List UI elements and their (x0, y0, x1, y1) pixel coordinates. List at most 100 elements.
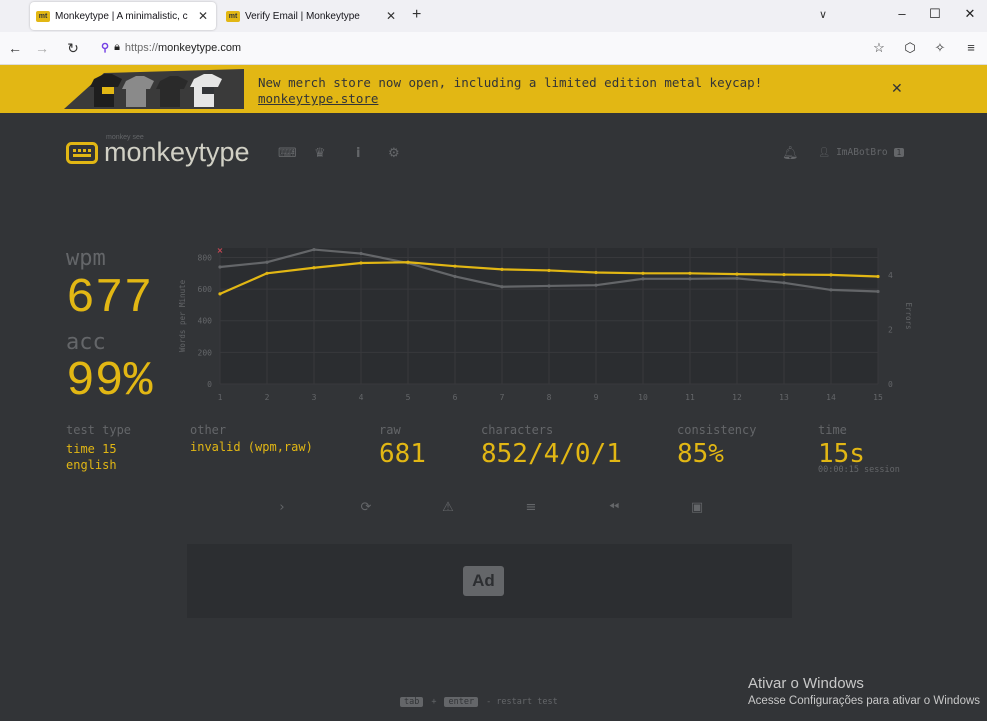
permissions-icon[interactable]: ⚲ (101, 41, 109, 54)
logo[interactable]: monkey see monkeytype (66, 134, 250, 167)
replay-backward-icon[interactable]: ⏪︎ (604, 500, 624, 515)
data-point-wpm (547, 268, 551, 273)
wpm-value: 677 (66, 272, 153, 326)
keyboard-icon[interactable]: ⌨ (278, 146, 297, 161)
hint-text: - restart test (486, 697, 558, 707)
close-banner-icon[interactable]: ✕ (891, 81, 903, 97)
words-history-icon[interactable]: ≡ (521, 500, 541, 515)
restart-icon[interactable]: ⟳ (356, 500, 376, 515)
y-axis-label: Words per Minute (178, 279, 187, 352)
data-point-wpm (594, 270, 598, 275)
menu-icon[interactable]: ≡ (962, 40, 980, 55)
reload-icon[interactable]: ↻ (64, 40, 82, 57)
back-arrow-icon[interactable]: ← (6, 40, 24, 56)
y-tick-label: 200 (198, 348, 213, 357)
data-point-raw (735, 276, 739, 280)
wpm-chart: 02004006008001 2 3 4 5 6 7 8 9 10 11 12 13 14 15024Wor… (178, 246, 913, 402)
data-point-wpm (218, 292, 222, 296)
warning-report-icon[interactable]: ⚠ (438, 500, 458, 515)
tab-verify-email[interactable]: mt Verify Email | Monkeytype ✕ (220, 2, 404, 30)
username: ImABotBro (836, 147, 888, 158)
data-point-wpm (312, 266, 316, 270)
characters-label: characters (481, 423, 554, 437)
session-time: 00:00:15 session (818, 465, 900, 475)
x-tick-label: 3 (312, 393, 317, 402)
window-close-icon[interactable]: ✕ (955, 6, 985, 22)
crown-icon[interactable]: ♛ (314, 146, 326, 161)
minimize-icon[interactable]: – (887, 6, 917, 21)
data-point-raw (218, 265, 222, 269)
address-bar[interactable]: ⚲ 🔒︎ https://monkeytype.com (101, 41, 241, 54)
merch-store-link[interactable]: monkeytype.store (258, 91, 378, 106)
data-point-wpm (453, 264, 457, 268)
bell-icon[interactable]: 🔔︎ (782, 146, 799, 161)
data-point-raw (688, 277, 692, 281)
data-point-wpm (406, 260, 410, 264)
y2-tick-label: 4 (888, 271, 893, 280)
data-point-raw (782, 281, 786, 285)
close-icon[interactable]: ✕ (384, 9, 398, 23)
browser-nav-bar: ← → ↻ ⚲ 🔒︎ https://monkeytype.com ☆ ⬡ ✧ … (0, 32, 987, 65)
plus-sign: + (431, 697, 437, 707)
data-point-raw (641, 277, 645, 281)
banner-message: New merch store now open, including a li… (258, 75, 762, 107)
enter-key: enter (444, 697, 479, 707)
data-point-raw (312, 247, 316, 252)
lock-icon: 🔒︎ (114, 41, 120, 53)
x-tick-label: 7 (500, 393, 505, 402)
tab-key: tab (400, 697, 424, 707)
screenshot-image-icon[interactable]: ▣ (687, 500, 707, 515)
data-point-wpm (265, 271, 269, 275)
x-tick-label: 6 (453, 393, 458, 402)
x-tick-label: 13 (779, 393, 789, 402)
shield-icon[interactable]: ⬡ (901, 40, 919, 56)
monkeytype-favicon-icon: mt (36, 10, 50, 22)
merch-banner: New merch store now open, including a li… (0, 65, 987, 113)
data-point-wpm (688, 271, 692, 275)
data-point-raw (547, 284, 551, 288)
chevron-down-icon[interactable]: ∨ (819, 8, 827, 21)
banner-text: New merch store now open, including a li… (258, 75, 763, 90)
new-tab-plus-icon[interactable]: + (412, 6, 421, 24)
logo-subtitle: monkey see (106, 134, 144, 141)
user-icon: 👤︎ (818, 147, 831, 158)
ad-label: Ad (463, 566, 504, 596)
y2-tick-label: 2 (888, 326, 893, 335)
browser-tab-bar: mt Monkeytype | A minimalistic, c ✕ mt V… (0, 0, 987, 32)
tab-monkeytype[interactable]: mt Monkeytype | A minimalistic, c ✕ (30, 2, 216, 30)
account-button[interactable]: 👤︎ ImABotBro 1 (818, 147, 905, 158)
maximize-icon[interactable]: ☐ (920, 6, 950, 22)
url-prefix: https:// (124, 41, 158, 54)
next-test-chevron-icon[interactable]: › (272, 500, 292, 515)
forward-arrow-icon[interactable]: → (33, 40, 51, 56)
characters-value: 852/4/0/1 (481, 439, 622, 469)
data-point-wpm (500, 267, 504, 271)
raw-value: 681 (379, 439, 426, 469)
x-tick-label: 8 (547, 393, 552, 402)
bookmark-star-icon[interactable]: ☆ (870, 40, 888, 56)
y-tick-label: 800 (198, 253, 213, 262)
gear-icon[interactable]: ⚙ (388, 146, 400, 161)
x-tick-label: 9 (594, 393, 599, 402)
x-tick-label: 12 (732, 393, 742, 402)
close-icon[interactable]: ✕ (196, 9, 210, 23)
data-point-raw (829, 288, 833, 292)
windows-activation-subtitle: Acesse Configurações para ativar o Windo… (748, 695, 981, 707)
info-icon[interactable]: i (356, 146, 360, 161)
logo-text: monkeytype (104, 137, 250, 167)
level-badge: 1 (893, 148, 905, 157)
x-tick-label: 5 (406, 393, 411, 402)
data-point-wpm (782, 272, 786, 277)
x-tick-label: 14 (826, 393, 836, 402)
data-point-wpm (829, 273, 833, 277)
x-tick-label: 15 (873, 393, 883, 402)
y-tick-label: 0 (207, 380, 212, 389)
data-point-raw (265, 260, 269, 264)
data-point-raw (453, 274, 457, 279)
tab-title: Verify Email | Monkeytype (245, 10, 360, 22)
test-type-language: english (66, 458, 117, 472)
other-value: invalid (wpm,raw) (190, 440, 313, 454)
extensions-icon[interactable]: ✧ (931, 40, 949, 56)
test-type-mode: time 15 (66, 442, 117, 456)
data-point-raw (594, 283, 598, 287)
